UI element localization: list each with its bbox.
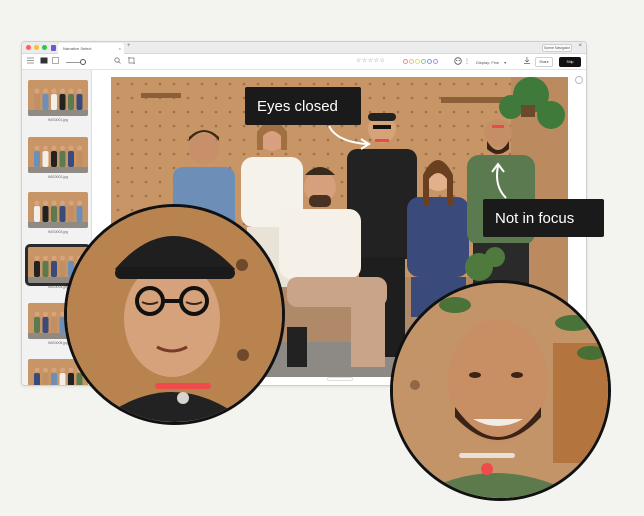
not-in-focus-zoom-circle <box>390 280 611 501</box>
not-in-focus-callout: Not in focus <box>483 199 604 237</box>
color-label-circles[interactable] <box>403 59 438 64</box>
thumbnail-label: IMG0002.jpg <box>47 175 69 179</box>
title-bar: Narrative Select × + Scene Navigator × <box>22 42 586 54</box>
zoom-slider-handle[interactable] <box>80 59 86 65</box>
eyes-closed-label: Eyes closed <box>257 97 338 115</box>
color-label-yellow-icon[interactable] <box>415 59 420 64</box>
scene-navigator-button[interactable]: Scene Navigator <box>542 44 572 52</box>
window-close-icon[interactable]: × <box>578 43 582 49</box>
list-view-icon[interactable] <box>52 57 59 68</box>
window-minimize-dot[interactable] <box>34 45 39 50</box>
share-button[interactable]: Share <box>535 57 553 67</box>
ship-button[interactable]: Ship <box>559 57 581 67</box>
menu-icon[interactable] <box>27 57 34 68</box>
eyes-closed-arrow-icon <box>328 125 371 150</box>
search-icon[interactable] <box>114 57 121 68</box>
app-icon <box>51 45 56 51</box>
download-icon[interactable] <box>524 57 530 68</box>
display-select-value: Display: Fine <box>476 59 500 65</box>
panel-toggle-icon[interactable] <box>575 76 583 84</box>
thumbnail-item[interactable] <box>28 80 88 116</box>
window-maximize-dot[interactable] <box>42 45 47 50</box>
toolbar: ☆☆☆☆☆ ⋮ Display: Fine ▾ Share Ship <box>22 54 586 70</box>
thumbnail-label: IMG0001.jpg <box>47 118 69 122</box>
more-options-icon[interactable]: ⋮ <box>464 57 470 67</box>
eyes-closed-indicator <box>155 383 211 389</box>
thumbnail-item[interactable] <box>28 137 88 173</box>
eyes-closed-closeup-image <box>67 207 282 422</box>
rating-stars[interactable]: ☆☆☆☆☆ <box>356 57 385 64</box>
scroll-indicator[interactable] <box>327 377 353 381</box>
color-label-orange-icon[interactable] <box>409 59 414 64</box>
eyes-closed-callout: Eyes closed <box>245 87 361 125</box>
not-in-focus-indicator <box>481 463 493 475</box>
color-label-red-icon[interactable] <box>403 59 408 64</box>
not-in-focus-label: Not in focus <box>495 209 575 227</box>
window-close-dot[interactable] <box>26 45 31 50</box>
thumbnail-item[interactable] <box>28 192 88 228</box>
not-in-focus-closeup-image <box>393 283 608 498</box>
grid-view-icon[interactable] <box>40 57 48 68</box>
display-select[interactable]: Display: Fine ▾ <box>472 57 520 67</box>
not-in-focus-arrow-icon <box>491 162 507 199</box>
crop-icon[interactable] <box>128 57 135 68</box>
color-label-blue-icon[interactable] <box>427 59 432 64</box>
color-label-purple-icon[interactable] <box>433 59 438 64</box>
thumbnail-label: IMG0003.jpg <box>47 230 69 234</box>
color-label-green-icon[interactable] <box>421 59 426 64</box>
eyes-closed-zoom-circle <box>64 204 285 425</box>
browser-tab[interactable]: Narrative Select × <box>58 43 124 54</box>
new-tab-icon[interactable]: + <box>127 43 131 49</box>
tab-close-icon[interactable]: × <box>119 46 121 51</box>
tab-title: Narrative Select <box>63 46 92 51</box>
chevron-down-icon: ▾ <box>504 59 507 65</box>
face-detect-icon[interactable] <box>454 57 462 69</box>
